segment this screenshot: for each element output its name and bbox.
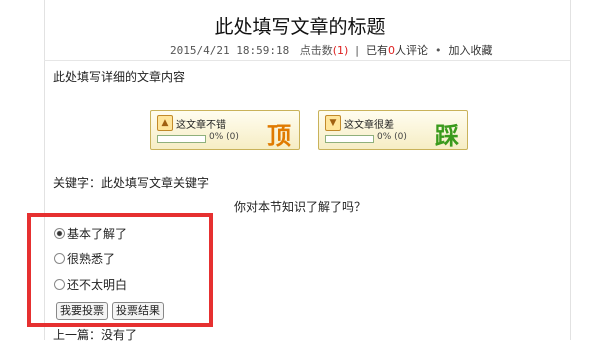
thumbs-down-icon: ▼ bbox=[325, 115, 341, 131]
article-content: 此处填写详细的文章内容 bbox=[53, 70, 186, 84]
clicks-count: (1) bbox=[332, 44, 349, 57]
vote-up-char: 顶 bbox=[267, 122, 291, 150]
article-meta: 2015/4/21 18:59:18 点击数(1) | 已有0人评论 • 加入收… bbox=[170, 44, 493, 57]
add-favorite-link[interactable]: 加入收藏 bbox=[449, 44, 493, 57]
vote-down-bar bbox=[325, 135, 374, 143]
vote-up-label: 这文章不错 bbox=[176, 120, 226, 131]
vote-up-stat: 0% (0) bbox=[209, 132, 239, 142]
vote-up-button[interactable]: ▲ 这文章不错 0% (0) 顶 bbox=[150, 110, 300, 150]
keywords: 关键字：此处填写文章关键字 bbox=[53, 176, 210, 190]
prev-article-link[interactable]: 上一篇：没有了 bbox=[53, 326, 137, 343]
vote-up-bar bbox=[157, 135, 206, 143]
thumbs-up-icon: ▲ bbox=[157, 115, 173, 131]
highlight-frame bbox=[27, 213, 213, 327]
right-border bbox=[570, 0, 571, 340]
vote-down-button[interactable]: ▼ 这文章很差 0% (0) 踩 bbox=[318, 110, 468, 150]
clicks-label: 点击数 bbox=[299, 44, 333, 57]
header-divider bbox=[44, 60, 570, 61]
comments-link[interactable]: 已有0人评论 bbox=[366, 44, 428, 57]
page-title: 此处填写文章的标题 bbox=[214, 16, 386, 38]
vote-down-stat: 0% (0) bbox=[377, 132, 407, 142]
publish-date: 2015/4/21 18:59:18 bbox=[170, 44, 290, 57]
vote-down-label: 这文章很差 bbox=[344, 120, 394, 131]
vote-down-char: 踩 bbox=[435, 122, 459, 150]
